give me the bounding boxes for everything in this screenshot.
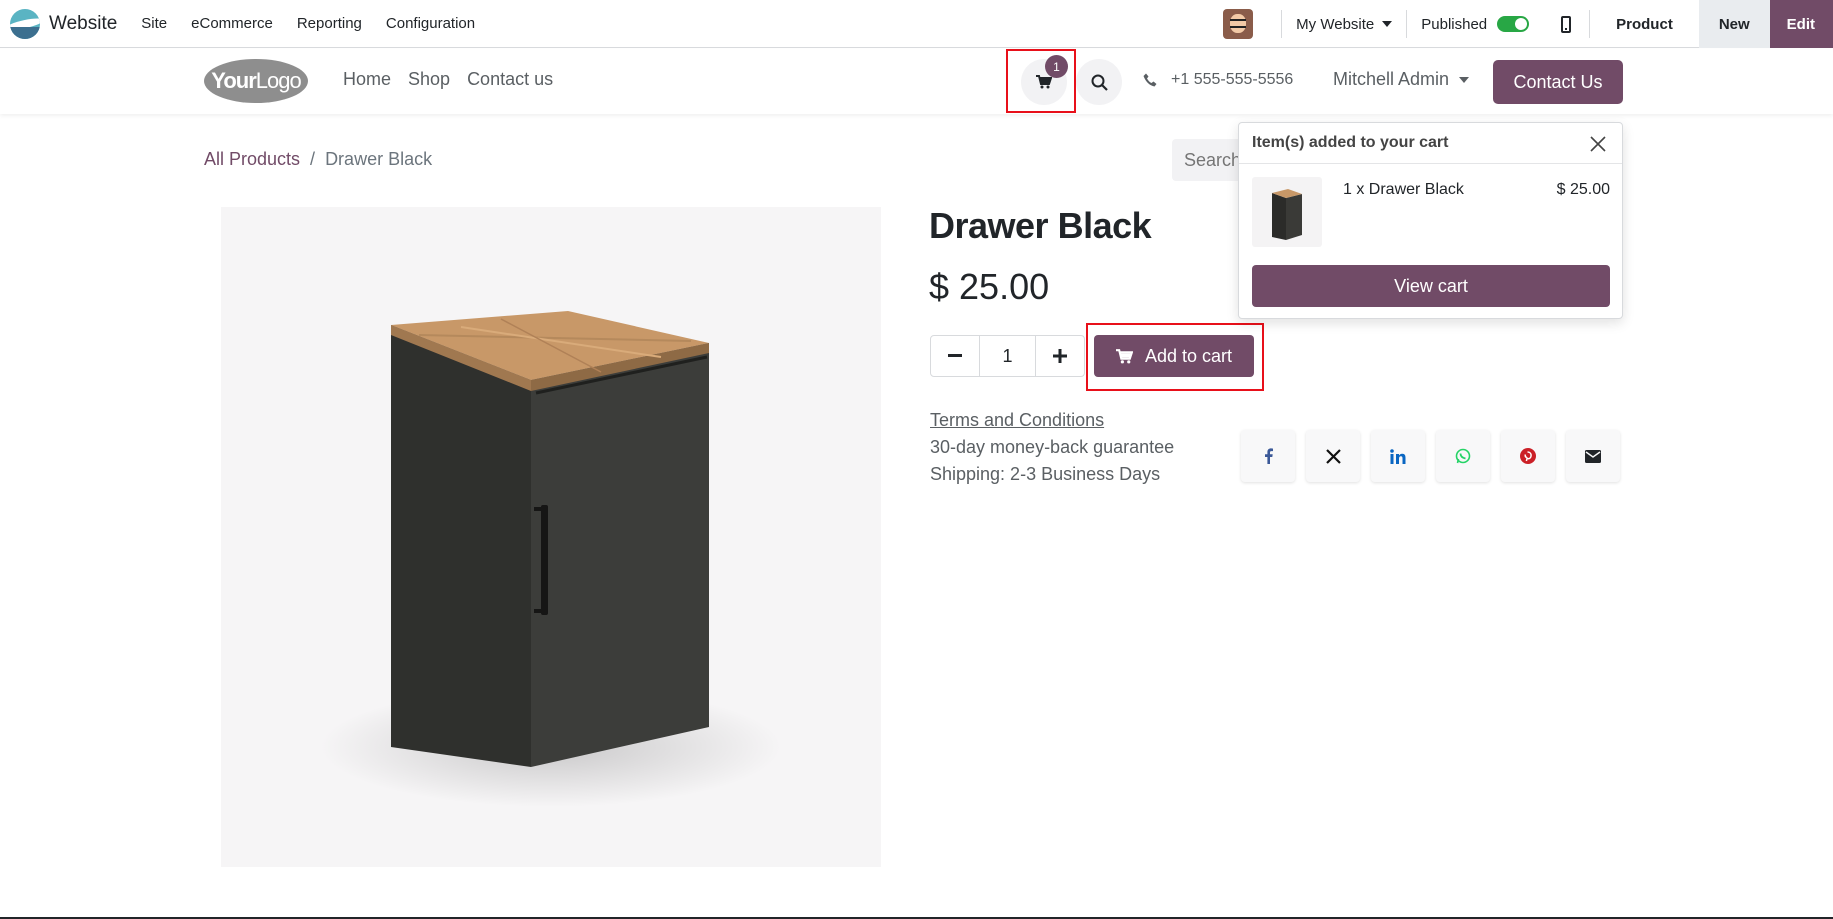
facebook-icon [1264,448,1273,464]
decrease-quantity-button[interactable] [931,336,979,376]
nav-contact-us[interactable]: Contact us [467,69,553,90]
share-x-button[interactable] [1306,430,1360,482]
chevron-down-icon [1459,76,1470,83]
menu-reporting[interactable]: Reporting [285,15,374,32]
product-price: $ 25.00 [929,266,1050,307]
phone-contact[interactable]: +1 555-555-5556 [1143,71,1293,89]
plus-icon [1053,349,1067,363]
envelope-icon [1585,449,1601,463]
odoo-top-bar: Website Site eCommerce Reporting Configu… [0,0,1833,48]
mobile-preview-button[interactable] [1543,15,1589,33]
phone-number: +1 555-555-5556 [1171,71,1294,88]
app-brand[interactable]: Website [10,8,118,39]
top-menu: Site eCommerce Reporting Configuration [129,15,487,32]
nav-home[interactable]: Home [343,69,391,90]
site-nav: Home Shop Contact us [343,69,570,90]
guarantee-text: 30-day money-back guarantee [930,437,1175,457]
phone-icon [1143,73,1157,87]
breadcrumb-current: Drawer Black [325,149,433,169]
share-whatsapp-button[interactable] [1436,430,1490,482]
drawer-thumbnail-image [1272,189,1302,240]
user-menu[interactable]: Mitchell Admin [1333,69,1470,90]
contact-us-button[interactable]: Contact Us [1493,60,1623,104]
logo-bold-text: Your [211,68,256,93]
chevron-down-icon [1382,21,1393,27]
breadcrumb-all-products[interactable]: All Products [204,149,300,170]
product-title: Drawer Black [929,205,1152,246]
new-button[interactable]: New [1698,0,1770,48]
whatsapp-icon [1455,448,1471,464]
view-cart-button[interactable]: View cart [1252,265,1610,307]
popup-title: Item(s) added to your cart [1252,134,1449,151]
drawer-cabinet-image [321,311,781,807]
breadcrumb-separator: / [310,149,316,169]
user-avatar[interactable] [1223,9,1254,39]
logo-thin-text: Logo [255,68,302,93]
cart-count-badge: 1 [1045,55,1068,78]
product-image [221,207,881,867]
quantity-input[interactable]: 1 [979,336,1036,376]
x-icon [1325,448,1341,464]
share-buttons [1241,430,1631,482]
user-name: Mitchell Admin [1333,69,1450,89]
menu-ecommerce[interactable]: eCommerce [179,15,285,32]
cart-item-name: 1 x Drawer Black [1343,181,1464,198]
quantity-stepper: 1 [930,335,1085,377]
breadcrumb: All Products / Drawer Black [204,149,432,170]
toggle-switch-icon [1497,16,1530,32]
share-email-button[interactable] [1566,430,1620,482]
published-label: Published [1421,15,1488,33]
share-facebook-button[interactable] [1241,430,1295,482]
terms-link[interactable]: Terms and Conditions [930,410,1104,431]
app-name: Website [49,12,118,34]
published-toggle[interactable]: Published [1407,16,1543,33]
menu-site[interactable]: Site [129,15,179,32]
minus-icon [948,354,962,357]
cart-added-popup: Item(s) added to your cart 1 x Drawer Bl… [1238,122,1623,319]
cart-item-thumbnail [1252,177,1322,247]
website-header: Your Logo Home Shop Contact us 1 +1 555-5… [0,49,1833,114]
add-to-cart-label: Add to cart [1144,345,1233,366]
website-app-icon [10,8,40,39]
menu-configuration[interactable]: Configuration [374,15,487,32]
search-button[interactable] [1076,59,1122,105]
nav-shop[interactable]: Shop [408,69,450,90]
website-switcher-label: My Website [1296,15,1375,33]
site-logo[interactable]: Your Logo [204,59,308,103]
share-pinterest-button[interactable] [1501,430,1555,482]
mobile-phone-icon [1561,15,1572,33]
add-to-cart-button[interactable]: Add to cart [1094,335,1254,377]
linkedin-icon [1390,448,1406,464]
increase-quantity-button[interactable] [1036,336,1084,376]
popup-header: Item(s) added to your cart [1239,123,1622,164]
pinterest-icon [1520,448,1536,464]
product-button[interactable]: Product [1590,0,1699,48]
cart-button[interactable]: 1 [1021,55,1068,105]
cart-item-price: $ 25.00 [1556,181,1610,198]
shipping-text: Shipping: 2-3 Business Days [930,464,1161,484]
close-icon[interactable] [1590,136,1606,152]
shopping-cart-icon [1115,348,1133,363]
shopping-cart-icon [1036,75,1052,89]
top-bar-actions: My Website Published Product New Edit [1223,0,1833,48]
search-icon [1091,74,1108,91]
share-linkedin-button[interactable] [1371,430,1425,482]
edit-button[interactable]: Edit [1769,0,1833,48]
website-switcher[interactable]: My Website [1282,16,1406,33]
